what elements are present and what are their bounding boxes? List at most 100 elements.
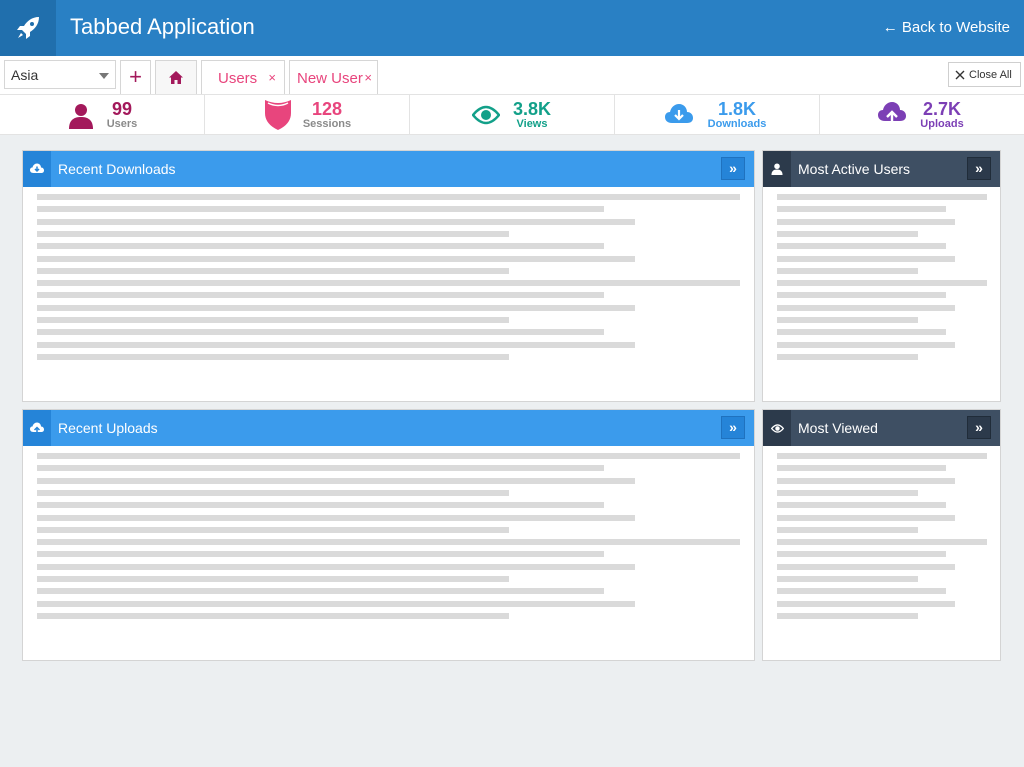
placeholder-line	[37, 243, 604, 250]
stat-views-value: 3.8K	[512, 99, 552, 119]
tab-users-label: Users	[218, 70, 258, 87]
placeholder-line	[37, 280, 740, 287]
placeholder-line	[37, 304, 635, 311]
user-icon	[763, 151, 791, 187]
placeholder-line	[777, 477, 955, 484]
placeholder-line	[37, 453, 740, 459]
placeholder-line	[777, 514, 955, 521]
stat-uploads-label: Uploads	[920, 118, 964, 130]
placeholder-line	[777, 539, 987, 546]
placeholder-line	[777, 243, 946, 250]
back-to-website-link[interactable]: ← Back to Website	[883, 19, 1010, 36]
app-title: Tabbed Application	[70, 14, 255, 39]
placeholder-line	[777, 588, 946, 595]
tab-bar: Asia + Users × New User ×	[0, 56, 1024, 94]
placeholder-line	[777, 206, 946, 213]
placeholder-line	[37, 329, 604, 336]
tab-new-user-label: New User	[297, 70, 363, 87]
placeholder-line	[37, 267, 509, 274]
placeholder-line	[777, 292, 946, 299]
placeholder-line	[777, 304, 955, 311]
placeholder-line	[777, 465, 946, 472]
rocket-icon[interactable]	[0, 0, 56, 56]
stat-uploads[interactable]: 2.7K Uploads	[820, 95, 1024, 135]
placeholder-line	[37, 465, 604, 472]
placeholder-line	[37, 317, 509, 323]
panel-title: Most Active Users	[798, 161, 911, 177]
placeholder-line	[777, 576, 918, 582]
close-all-label: Close All	[969, 68, 1012, 81]
placeholder-line	[777, 502, 946, 509]
placeholder-line	[37, 353, 509, 360]
placeholder-line	[777, 267, 918, 274]
most-viewed-panel: Most Viewed »	[762, 409, 1001, 661]
placeholder-line	[37, 341, 635, 348]
stat-views[interactable]: 3.8K Views	[410, 95, 615, 135]
close-icon	[955, 70, 965, 79]
region-select-value: Asia	[11, 67, 39, 83]
stat-sessions-value: 128	[311, 99, 343, 119]
placeholder-line	[777, 600, 955, 607]
placeholder-line	[777, 280, 987, 287]
home-icon	[169, 71, 183, 84]
placeholder-line	[777, 551, 946, 558]
panel-header: Most Viewed »	[763, 410, 1000, 446]
stat-uploads-value: 2.7K	[922, 99, 962, 119]
stat-downloads[interactable]: 1.8K Downloads	[615, 95, 820, 135]
expand-panel-button[interactable]: »	[721, 157, 745, 180]
add-tab-button[interactable]: +	[120, 60, 151, 94]
stat-downloads-label: Downloads	[707, 118, 767, 130]
stat-sessions[interactable]: 128 Sessions	[205, 95, 410, 135]
recent-downloads-panel: Recent Downloads »	[22, 150, 755, 402]
placeholder-line	[37, 600, 635, 607]
close-all-button[interactable]: Close All	[948, 62, 1021, 87]
expand-panel-button[interactable]: »	[967, 157, 991, 180]
placeholder-line	[37, 539, 740, 546]
placeholder-line	[37, 255, 635, 262]
close-icon[interactable]: ×	[364, 70, 372, 85]
placeholder-line	[37, 576, 509, 582]
placeholder-line	[777, 194, 987, 200]
region-select[interactable]: Asia	[4, 60, 116, 89]
stat-views-label: Views	[516, 118, 548, 130]
placeholder-line	[777, 353, 918, 360]
top-bar: Tabbed Application ← Back to Website	[0, 0, 1024, 56]
cloud-upload-icon	[23, 410, 51, 446]
placeholder-line	[777, 317, 918, 323]
stat-users-label: Users	[106, 118, 138, 130]
expand-panel-button[interactable]: »	[721, 416, 745, 439]
placeholder-line	[37, 206, 604, 213]
placeholder-line	[37, 514, 635, 521]
placeholder-line	[777, 218, 955, 225]
placeholder-line	[37, 218, 635, 225]
stat-downloads-value: 1.8K	[717, 99, 757, 119]
placeholder-line	[37, 551, 604, 558]
placeholder-line	[777, 329, 946, 336]
placeholder-line	[777, 526, 918, 533]
stat-sessions-label: Sessions	[302, 118, 352, 130]
close-icon[interactable]: ×	[268, 70, 276, 85]
placeholder-line	[37, 588, 604, 595]
expand-panel-button[interactable]: »	[967, 416, 991, 439]
tab-new-user[interactable]: New User ×	[289, 60, 378, 94]
placeholder-line	[777, 489, 918, 496]
panel-header: Most Active Users »	[763, 151, 1000, 187]
placeholder-line	[37, 230, 509, 237]
placeholder-line	[777, 230, 918, 237]
placeholder-line	[777, 612, 918, 619]
placeholder-line	[37, 489, 509, 496]
placeholder-line	[37, 612, 509, 619]
panel-title: Recent Downloads	[58, 161, 176, 177]
placeholder-line	[37, 502, 604, 509]
panel-header: Recent Uploads »	[23, 410, 754, 446]
placeholder-line	[37, 477, 635, 484]
placeholder-line	[777, 341, 955, 348]
stat-users[interactable]: 99 Users	[0, 95, 205, 135]
recent-uploads-panel: Recent Uploads »	[22, 409, 755, 661]
tab-users[interactable]: Users ×	[201, 60, 285, 94]
stat-users-value: 99	[111, 99, 133, 119]
placeholder-line	[37, 526, 509, 533]
tab-home[interactable]	[155, 60, 197, 94]
panel-title: Recent Uploads	[58, 420, 158, 436]
cloud-download-icon	[23, 151, 51, 187]
